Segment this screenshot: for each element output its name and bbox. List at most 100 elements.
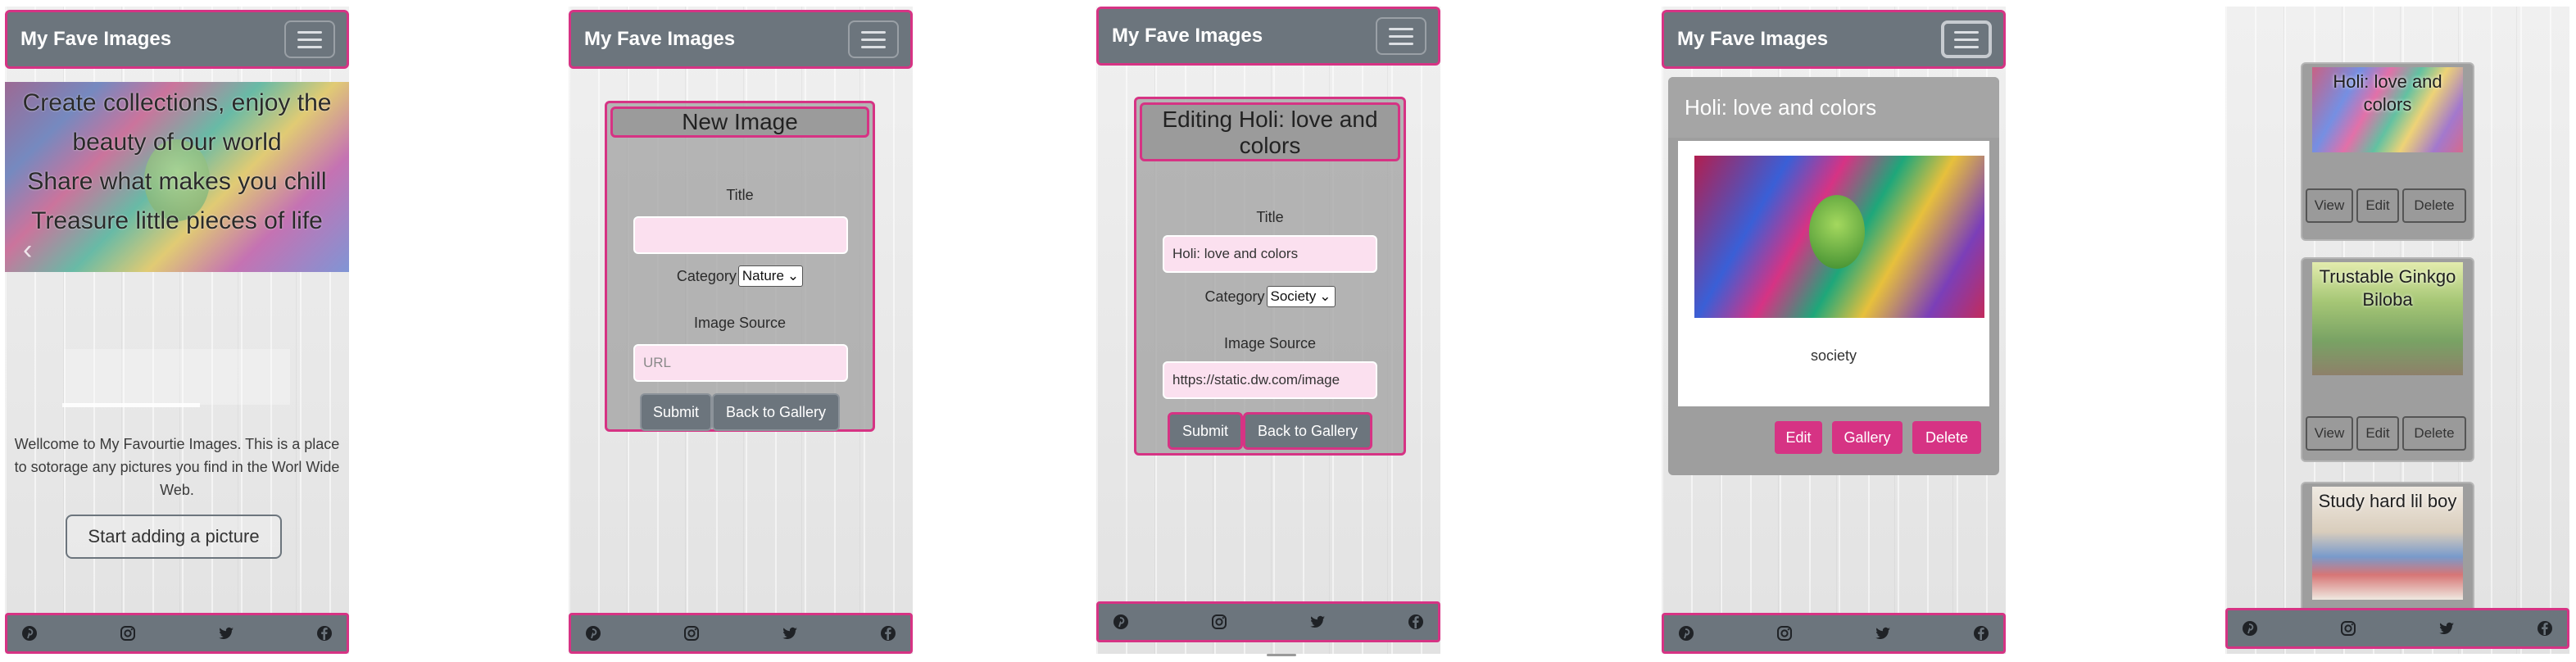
facebook-icon[interactable]: [879, 624, 897, 642]
carousel-indicator[interactable]: [62, 403, 200, 407]
back-to-gallery-button[interactable]: Back to Gallery: [712, 393, 840, 431]
menu-toggle-button[interactable]: [1941, 20, 1992, 58]
submit-button[interactable]: Submit: [640, 393, 712, 431]
instagram-icon[interactable]: [1776, 624, 1794, 642]
delete-button[interactable]: Delete: [1912, 421, 1981, 454]
welcome-text: Wellcome to My Favourtie Images. This is…: [14, 436, 340, 498]
instagram-icon[interactable]: [683, 624, 701, 642]
title-input[interactable]: Holi: love and colors: [1163, 235, 1377, 273]
detail-image: [1694, 156, 1984, 318]
footer: [569, 613, 913, 654]
detail-body: society: [1678, 141, 1989, 406]
navbar: My Fave Images: [569, 10, 913, 69]
footer: [1662, 613, 2006, 654]
twitter-icon[interactable]: [1308, 613, 1327, 631]
start-adding-button[interactable]: Start adding a picture: [66, 515, 282, 559]
source-label: Image Source: [693, 315, 787, 331]
edit-button[interactable]: Edit: [2356, 188, 2399, 223]
source-input[interactable]: https://static.dw.com/image: [1163, 361, 1377, 399]
gallery-card: Trustable Ginkgo Biloba View Edit Delete: [2301, 257, 2474, 462]
gallery-card: Study hard lil boy: [2301, 482, 2474, 629]
hero-text: Create collections, enjoy the beauty of …: [5, 84, 349, 241]
gallery-screen: Holi: love and colors View Edit Delete T…: [2225, 7, 2569, 654]
facebook-icon[interactable]: [1972, 624, 1990, 642]
hero-line: beauty of our world: [72, 129, 282, 156]
view-button[interactable]: View: [2306, 416, 2353, 451]
edit-button[interactable]: Edit: [1775, 421, 1822, 454]
gallery-item-title: Holi: love and colors: [2333, 71, 2442, 115]
new-image-form: New Image Title Category Nature ⌄ Image S…: [605, 101, 875, 432]
chevron-down-icon: ⌄: [1319, 288, 1331, 304]
edit-image-screen: My Fave Images Editing Holi: love and co…: [1096, 7, 1440, 654]
gallery-card: Holi: love and colors View Edit Delete: [2301, 62, 2474, 241]
source-input[interactable]: URL: [633, 344, 848, 382]
carousel-shadow: [64, 349, 290, 405]
form-heading-line: Editing Holi: love and: [1162, 107, 1378, 132]
footer: [5, 613, 349, 654]
gallery-item-title: Study hard lil boy: [2318, 491, 2457, 511]
home-screen: My Fave Images Create collections, enjoy…: [5, 7, 349, 654]
title-label: Title: [726, 187, 754, 203]
gallery-button[interactable]: Gallery: [1832, 421, 1903, 454]
chevron-down-icon: ⌄: [787, 268, 800, 283]
gallery-item-title: Trustable Ginkgo Biloba: [2319, 266, 2456, 310]
twitter-icon[interactable]: [1874, 624, 1892, 642]
category-label: Category: [676, 267, 737, 284]
navbar: My Fave Images: [1096, 7, 1440, 66]
view-button[interactable]: View: [2306, 188, 2353, 223]
form-heading-line: colors: [1239, 133, 1301, 158]
new-image-screen: My Fave Images New Image Title Category …: [569, 7, 913, 654]
twitter-icon[interactable]: [217, 624, 235, 642]
pinterest-icon[interactable]: [584, 624, 602, 642]
instagram-icon[interactable]: [2339, 619, 2357, 637]
gallery-thumbnail[interactable]: Trustable Ginkgo Biloba: [2312, 262, 2463, 375]
category-row: Category Society ⌄: [1136, 284, 1404, 309]
hero-line: Treasure little pieces of life: [31, 207, 323, 234]
menu-toggle-button[interactable]: [284, 20, 335, 58]
gallery-thumbnail[interactable]: Study hard lil boy: [2312, 487, 2463, 600]
delete-button[interactable]: Delete: [2402, 416, 2466, 451]
hero-line: Share what makes you chill: [27, 168, 327, 195]
instagram-icon[interactable]: [119, 624, 137, 642]
facebook-icon[interactable]: [2536, 619, 2554, 637]
pinterest-icon[interactable]: [1677, 624, 1695, 642]
title-label: Title: [1256, 209, 1284, 225]
back-to-gallery-button[interactable]: Back to Gallery: [1243, 412, 1372, 450]
footer: [1096, 601, 1440, 642]
home-indicator: [1267, 654, 1296, 656]
source-label: Image Source: [1223, 335, 1317, 351]
facebook-icon[interactable]: [315, 624, 333, 642]
pinterest-icon[interactable]: [1112, 613, 1130, 631]
delete-button[interactable]: Delete: [2402, 188, 2466, 223]
category-select[interactable]: Nature ⌄: [737, 265, 804, 287]
gallery-thumbnail[interactable]: Holi: love and colors: [2312, 67, 2463, 152]
carousel-prev-icon[interactable]: ‹: [23, 234, 32, 266]
navbar: My Fave Images: [1662, 10, 2006, 69]
edit-image-form: Editing Holi: love and colors Title Holi…: [1134, 97, 1406, 456]
form-heading: New Image: [610, 107, 869, 138]
hero-line: Create collections, enjoy the: [22, 89, 332, 116]
brand-title[interactable]: My Fave Images: [584, 28, 735, 51]
footer: [2225, 608, 2569, 649]
form-heading: Editing Holi: love and colors: [1140, 102, 1400, 161]
title-input[interactable]: [633, 216, 848, 254]
facebook-icon[interactable]: [1407, 613, 1425, 631]
twitter-icon[interactable]: [781, 624, 799, 642]
category-select[interactable]: Society ⌄: [1266, 286, 1336, 307]
menu-toggle-button[interactable]: [1376, 17, 1426, 55]
edit-button[interactable]: Edit: [2356, 416, 2399, 451]
detail-title: Holi: love and colors: [1668, 77, 1999, 138]
category-row: Category Nature ⌄: [607, 264, 873, 288]
brand-title[interactable]: My Fave Images: [1112, 25, 1263, 48]
brand-title[interactable]: My Fave Images: [20, 28, 171, 51]
hero-carousel: Create collections, enjoy the beauty of …: [5, 82, 349, 272]
pinterest-icon[interactable]: [20, 624, 39, 642]
image-detail-screen: My Fave Images Holi: love and colors soc…: [1662, 7, 2006, 654]
instagram-icon[interactable]: [1210, 613, 1228, 631]
menu-toggle-button[interactable]: [848, 20, 899, 58]
pinterest-icon[interactable]: [2241, 619, 2259, 637]
twitter-icon[interactable]: [2438, 619, 2456, 637]
brand-title[interactable]: My Fave Images: [1677, 28, 1828, 51]
detail-category: society: [1810, 347, 1857, 364]
submit-button[interactable]: Submit: [1168, 412, 1243, 450]
